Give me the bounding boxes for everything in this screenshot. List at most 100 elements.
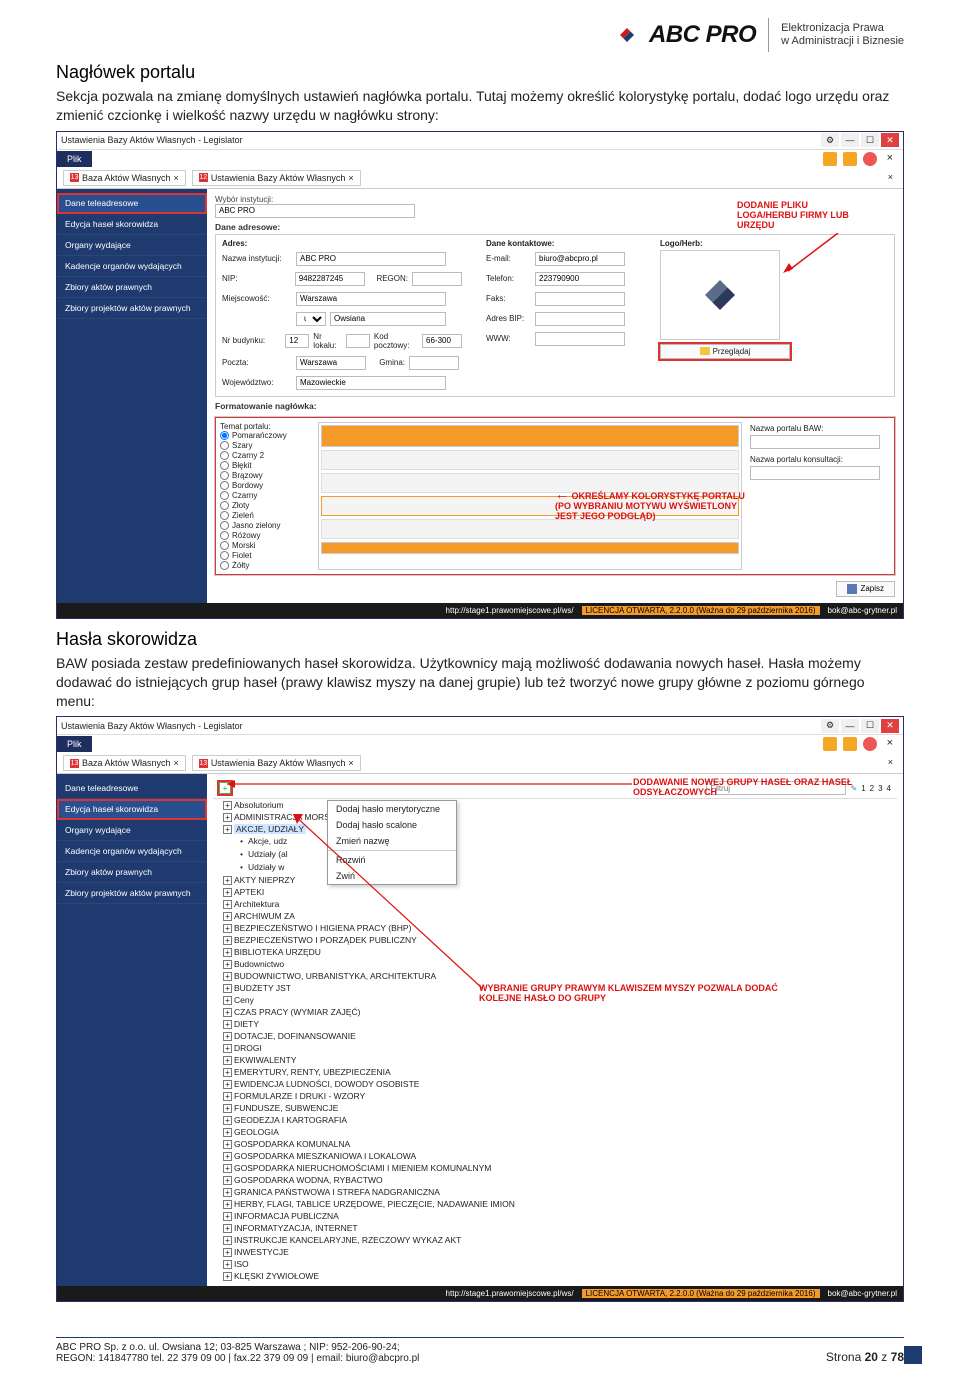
color-radio[interactable]: Bordowy (220, 481, 310, 490)
nrbud-input[interactable] (285, 334, 309, 348)
tree-item[interactable]: +GEOLOGIA (223, 1126, 897, 1138)
tabbar-close-icon[interactable]: × (884, 755, 897, 771)
sidebar-item-organy[interactable]: Organy wydające (57, 235, 207, 256)
color-radio[interactable]: Czarny 2 (220, 451, 310, 460)
tree-item[interactable]: +KLĘSKI ŻYWIOŁOWE (223, 1270, 897, 1282)
color-radio[interactable]: Brązowy (220, 471, 310, 480)
win-settings-icon[interactable]: ⚙ (821, 133, 839, 147)
tree-item[interactable]: +GRANICA PAŃSTWOWA I STREFA NADGRANICZNA (223, 1186, 897, 1198)
nip-input[interactable] (295, 272, 365, 286)
tab-close-icon[interactable]: × (174, 758, 179, 768)
tab-close-icon[interactable]: × (174, 173, 179, 183)
regon-input[interactable] (412, 272, 462, 286)
faks-input[interactable] (535, 292, 625, 306)
zapisz-button[interactable]: Zapisz (836, 581, 895, 597)
color-radio[interactable]: Morski (220, 541, 310, 550)
tab-ustawienia[interactable]: 13Ustawienia Bazy Aktów Własnych× (192, 755, 361, 771)
toolbar-close-icon[interactable]: × (883, 152, 897, 166)
tree-item[interactable]: +GOSPODARKA WODNA, RYBACTWO (223, 1174, 897, 1186)
tab-baza[interactable]: 13Baza Aktów Własnych× (63, 755, 186, 771)
tree-item[interactable]: +GOSPODARKA NIERUCHOMOŚCIAMI I MIENIEM K… (223, 1162, 897, 1174)
color-radio[interactable]: Różowy (220, 531, 310, 540)
ulica-type-select[interactable]: ul (296, 312, 326, 326)
tree-item[interactable]: +INFORMATYZACJA, INTERNET (223, 1222, 897, 1234)
przegladaj-button[interactable]: Przeglądaj (660, 344, 790, 359)
tree-item[interactable]: +ISO (223, 1258, 897, 1270)
tree-item[interactable]: +EWIDENCJA LUDNOŚCI, DOWODY OSOBISTE (223, 1078, 897, 1090)
tree-item[interactable]: +DOTACJE, DOFINANSOWANIE (223, 1030, 897, 1042)
tab-close-icon[interactable]: × (348, 173, 353, 183)
tree-item[interactable]: +INWESTYCJE (223, 1246, 897, 1258)
tabbar-close-icon[interactable]: × (884, 170, 897, 186)
tree-item[interactable]: +CZAS PRACY (WYMIAR ZAJĘĆ) (223, 1006, 897, 1018)
email-input[interactable] (535, 252, 625, 266)
tree-item[interactable]: +EKWIWALENTY (223, 1054, 897, 1066)
nazwa-baw-input[interactable] (750, 435, 880, 449)
sidebar-item-dane[interactable]: Dane teleadresowe (57, 193, 207, 214)
sidebar-item-organy[interactable]: Organy wydające (57, 820, 207, 841)
tree-item[interactable]: +INFORMACJA PUBLICZNA (223, 1210, 897, 1222)
tree-item[interactable]: +FUNDUSZE, SUBWENCJE (223, 1102, 897, 1114)
tree-item[interactable]: +HERBY, FLAGI, TABLICE URZĘDOWE, PIECZĘC… (223, 1198, 897, 1210)
sidebar-item-kadencje[interactable]: Kadencje organów wydających (57, 841, 207, 862)
sidebar-item-zbiory-projektow[interactable]: Zbiory projektów aktów prawnych (57, 883, 207, 904)
win-maximize-icon[interactable]: ☐ (861, 133, 879, 147)
color-radio[interactable]: Czarny (220, 491, 310, 500)
tab-ustawienia[interactable]: 12Ustawienia Bazy Aktów Własnych× (192, 170, 361, 186)
color-radio[interactable]: Pomarańczowy (220, 431, 310, 440)
tab-baza[interactable]: 13Baza Aktów Własnych× (63, 170, 186, 186)
bip-input[interactable] (535, 312, 625, 326)
menu-plik[interactable]: Plik (57, 736, 92, 752)
tree-item[interactable]: +FORMULARZE I DRUKI - WZORY (223, 1090, 897, 1102)
tree-item[interactable]: +DROGI (223, 1042, 897, 1054)
tab-close-icon[interactable]: × (348, 758, 353, 768)
sidebar-item-kadencje[interactable]: Kadencje organów wydających (57, 256, 207, 277)
miejscowosc-input[interactable] (296, 292, 446, 306)
toolbar-close-icon[interactable]: × (883, 737, 897, 751)
nazwa-input[interactable] (296, 252, 446, 266)
win-maximize-icon[interactable]: ☐ (861, 719, 879, 733)
win-minimize-icon[interactable]: — (841, 133, 859, 147)
toolbar-icon-1[interactable] (823, 737, 837, 751)
color-radio[interactable]: Złoty (220, 501, 310, 510)
woj-input[interactable] (296, 376, 446, 390)
www-input[interactable] (535, 332, 625, 346)
color-radio[interactable]: Żółty (220, 561, 310, 570)
toolbar-icon-1[interactable] (823, 152, 837, 166)
sidebar-item-dane[interactable]: Dane teleadresowe (57, 778, 207, 799)
tree-item[interactable]: +GOSPODARKA KOMUNALNA (223, 1138, 897, 1150)
ulica-input[interactable] (330, 312, 446, 326)
win-settings-icon[interactable]: ⚙ (821, 719, 839, 733)
menu-plik[interactable]: Plik (57, 151, 92, 167)
tree-item[interactable]: +Absolutorium (223, 799, 897, 811)
toolbar-icon-2[interactable] (843, 737, 857, 751)
tel-input[interactable] (535, 272, 625, 286)
sidebar-item-zbiory-aktow[interactable]: Zbiory aktów prawnych (57, 277, 207, 298)
nrlok-input[interactable] (346, 334, 370, 348)
tree-item[interactable]: +EMERYTURY, RENTY, UBEZPIECZENIA (223, 1066, 897, 1078)
win-close-icon[interactable]: ✕ (881, 133, 899, 147)
kod-input[interactable] (422, 334, 462, 348)
tree-item[interactable]: +GEODEZJA I KARTOGRAFIA (223, 1114, 897, 1126)
toolbar-icon-2[interactable] (843, 152, 857, 166)
gmina-input[interactable] (409, 356, 459, 370)
help-icon[interactable] (863, 737, 877, 751)
sidebar-item-hasla[interactable]: Edycja haseł skorowidza (57, 214, 207, 235)
color-radio[interactable]: Jasno zielony (220, 521, 310, 530)
color-radio[interactable]: Zieleń (220, 511, 310, 520)
instytucja-select[interactable] (215, 204, 415, 218)
help-icon[interactable] (863, 152, 877, 166)
nazwa-kons-input[interactable] (750, 466, 880, 480)
win-close-icon[interactable]: ✕ (881, 719, 899, 733)
sidebar-item-zbiory-aktow[interactable]: Zbiory aktów prawnych (57, 862, 207, 883)
color-radio[interactable]: Błękit (220, 461, 310, 470)
poczta-input[interactable] (296, 356, 366, 370)
sidebar-item-zbiory-projektow[interactable]: Zbiory projektów aktów prawnych (57, 298, 207, 319)
sidebar-item-hasla[interactable]: Edycja haseł skorowidza (57, 799, 207, 820)
color-radio[interactable]: Szary (220, 441, 310, 450)
tree-item[interactable]: +INSTRUKCJE KANCELARYJNE, RZECZOWY WYKAZ… (223, 1234, 897, 1246)
color-radio[interactable]: Fiolet (220, 551, 310, 560)
win-minimize-icon[interactable]: — (841, 719, 859, 733)
tree-item[interactable]: +DIETY (223, 1018, 897, 1030)
tree-item[interactable]: +GOSPODARKA MIESZKANIOWA I LOKALOWA (223, 1150, 897, 1162)
